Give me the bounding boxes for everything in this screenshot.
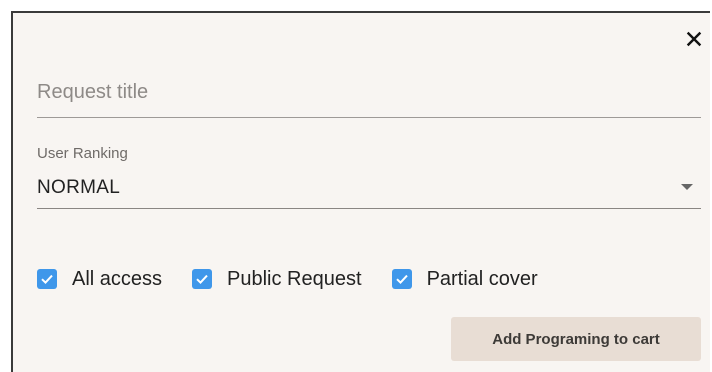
public-request-checkbox[interactable]: Public Request <box>192 268 362 291</box>
user-ranking-value: NORMAL <box>37 177 121 198</box>
checkbox-checked-icon[interactable] <box>391 269 412 289</box>
request-title-input[interactable] <box>37 81 701 104</box>
public-request-label: Public Request <box>227 267 362 290</box>
checkbox-checked-icon[interactable] <box>192 269 213 289</box>
partial-cover-label: Partial cover <box>426 267 538 290</box>
close-icon <box>686 31 702 47</box>
request-dialog: User Ranking NORMAL All access Public Re… <box>11 11 710 372</box>
partial-cover-checkbox[interactable]: Partial cover <box>391 267 538 291</box>
all-access-checkbox[interactable]: All access <box>37 268 162 291</box>
checkbox-checked-icon[interactable] <box>37 269 57 289</box>
add-programing-to-cart-button[interactable]: Add Programing to cart <box>451 317 701 361</box>
request-title-field[interactable] <box>37 75 701 118</box>
options-checkbox-group: All access Public Request Partial cover <box>37 266 538 292</box>
user-ranking-select[interactable]: User Ranking NORMAL <box>37 145 701 209</box>
chevron-down-icon[interactable] <box>681 184 693 190</box>
user-ranking-label: User Ranking <box>37 145 128 162</box>
all-access-label: All access <box>72 267 163 290</box>
close-button[interactable] <box>682 27 706 51</box>
